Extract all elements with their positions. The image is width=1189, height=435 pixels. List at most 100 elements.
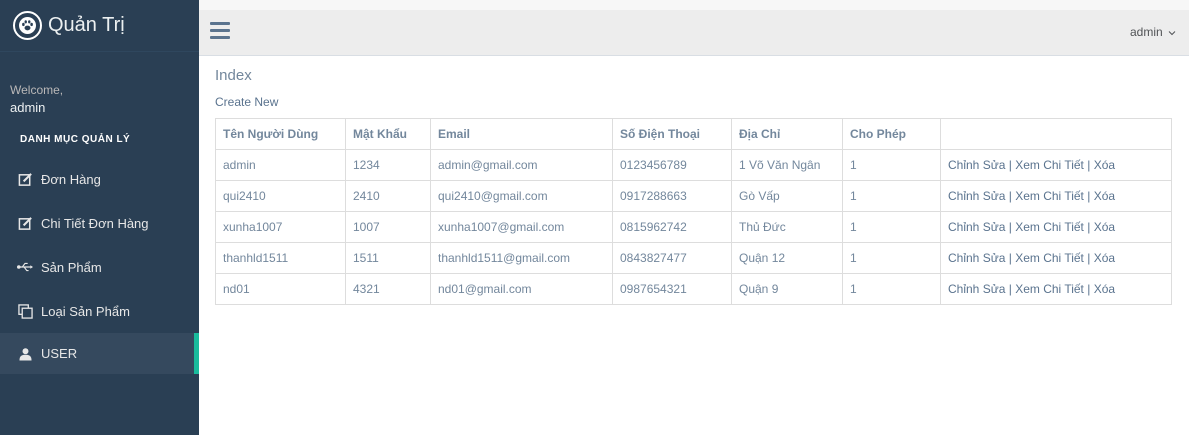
user-icon xyxy=(17,346,33,362)
sidebar-item-label: Sản Phẩm xyxy=(41,259,102,275)
column-header: Số Điện Thoại xyxy=(612,118,732,150)
action-separator: | xyxy=(1005,220,1016,234)
edit-link[interactable]: Chỉnh Sửa xyxy=(948,220,1005,234)
cell-phone: 0917288663 xyxy=(612,180,732,212)
cell-password: 1234 xyxy=(345,149,431,181)
details-link[interactable]: Xem Chi Tiết xyxy=(1015,158,1084,172)
details-link[interactable]: Xem Chi Tiết xyxy=(1015,251,1084,265)
brand[interactable]: Quản Trị xyxy=(0,0,199,52)
cell-password: 2410 xyxy=(345,180,431,212)
edit-icon xyxy=(17,171,33,187)
cell-actions: Chỉnh Sửa | Xem Chi Tiết | Xóa xyxy=(940,273,1172,305)
table-row: xunha1007 1007 xunha1007@gmail.com 08159627… xyxy=(215,211,1172,243)
table-row: nd01 4321 nd01@gmail.com 0987654321 Quận 91C… xyxy=(215,273,1172,305)
delete-link[interactable]: Xóa xyxy=(1094,251,1115,265)
cell-email: qui2410@gmail.com xyxy=(430,180,613,212)
cell-phone: 0815962742 xyxy=(612,211,732,243)
action-separator: | xyxy=(1083,158,1094,172)
cell-address: Gò Vấp xyxy=(731,180,843,212)
sidebar-item-label: USER xyxy=(41,346,78,361)
action-separator: | xyxy=(1083,189,1094,203)
sidebar-item-label: Đơn Hàng xyxy=(41,171,101,187)
sidebar-item-user[interactable]: USER xyxy=(0,333,199,374)
cell-username: xunha1007 xyxy=(215,211,346,243)
details-link[interactable]: Xem Chi Tiết xyxy=(1015,220,1084,234)
cell-permission: 1 xyxy=(842,149,941,181)
cell-username: admin xyxy=(215,149,346,181)
edit-link[interactable]: Chỉnh Sửa xyxy=(948,282,1005,296)
cell-email: nd01@gmail.com xyxy=(430,273,613,305)
cell-phone: 0987654321 xyxy=(612,273,732,305)
cell-permission: 1 xyxy=(842,242,941,274)
cell-password: 4321 xyxy=(345,273,431,305)
cell-phone: 0843827477 xyxy=(612,242,732,274)
profile-name: admin xyxy=(10,100,46,115)
top-navbar: admin xyxy=(199,10,1189,56)
action-separator: | xyxy=(1005,282,1016,296)
cell-password: 1511 xyxy=(345,242,431,274)
cell-phone: 0123456789 xyxy=(612,149,732,181)
sidebar: Quản Trị Welcome, admin DANH MỤC QUẢN LÝ… xyxy=(0,0,199,435)
sidebar-section-title: DANH MỤC QUẢN LÝ xyxy=(20,134,131,145)
profile: Welcome, admin xyxy=(0,52,199,116)
cell-email: thanhld1511@gmail.com xyxy=(430,242,613,274)
delete-link[interactable]: Xóa xyxy=(1094,189,1115,203)
edit-icon xyxy=(17,215,33,231)
usb-icon xyxy=(17,259,33,275)
create-new-link[interactable]: Create New xyxy=(215,95,278,109)
cell-username: qui2410 xyxy=(215,180,346,212)
menu-toggle-icon[interactable] xyxy=(210,22,230,40)
paw-icon xyxy=(13,11,42,40)
delete-link[interactable]: Xóa xyxy=(1094,282,1115,296)
cell-username: thanhld1511 xyxy=(215,242,346,274)
details-link[interactable]: Xem Chi Tiết xyxy=(1015,189,1084,203)
sidebar-item-label: Loại Sản Phẩm xyxy=(41,303,130,319)
delete-link[interactable]: Xóa xyxy=(1094,220,1115,234)
edit-link[interactable]: Chỉnh Sửa xyxy=(948,189,1005,203)
brand-title: Quản Trị xyxy=(48,14,125,36)
main-content: Index Create New Tên Người Dùng Mật Khẩu… xyxy=(199,56,1189,435)
sidebar-item-chi-tiet-don-hang[interactable]: Chi Tiết Đơn Hàng xyxy=(0,201,199,245)
column-header: Mật Khẩu xyxy=(345,118,431,150)
action-separator: | xyxy=(1083,220,1094,234)
edit-link[interactable]: Chỉnh Sửa xyxy=(948,158,1005,172)
action-separator: | xyxy=(1083,282,1094,296)
action-separator: | xyxy=(1005,189,1016,203)
sidebar-menu: Đơn Hàng Chi Tiết Đơn Hàng Sản Phẩm Loại… xyxy=(0,157,199,374)
details-link[interactable]: Xem Chi Tiết xyxy=(1015,282,1084,296)
cell-permission: 1 xyxy=(842,211,941,243)
table-row: thanhld1511 1511 thanhld1511@gmail.com 0843… xyxy=(215,242,1172,274)
clone-icon xyxy=(17,303,33,319)
chevron-down-icon xyxy=(1166,25,1176,39)
users-table: Tên Người Dùng Mật Khẩu Email Số Điện Th… xyxy=(215,118,1172,305)
table-row: admin 1234 admin@gmail.com 0123456789 1 Võ V… xyxy=(215,149,1172,181)
welcome-label: Welcome, xyxy=(10,83,64,97)
cell-email: admin@gmail.com xyxy=(430,149,613,181)
column-header: Tên Người Dùng xyxy=(215,118,346,150)
cell-permission: 1 xyxy=(842,180,941,212)
cell-permission: 1 xyxy=(842,273,941,305)
edit-link[interactable]: Chỉnh Sửa xyxy=(948,251,1005,265)
column-header xyxy=(940,118,1172,150)
cell-actions: Chỉnh Sửa | Xem Chi Tiết | Xóa xyxy=(940,180,1172,212)
cell-password: 1007 xyxy=(345,211,431,243)
sidebar-item-don-hang[interactable]: Đơn Hàng xyxy=(0,157,199,201)
table-row: qui2410 2410 qui2410@gmail.com 0917288663 Gò… xyxy=(215,180,1172,212)
action-separator: | xyxy=(1005,251,1016,265)
user-menu-label: admin xyxy=(1129,25,1163,39)
table-header-row: Tên Người Dùng Mật Khẩu Email Số Điện Th… xyxy=(215,118,1172,150)
column-header: Cho Phép xyxy=(842,118,941,150)
sidebar-item-loai-san-pham[interactable]: Loại Sản Phẩm xyxy=(0,289,199,333)
page-title: Index xyxy=(215,67,252,84)
user-menu-dropdown[interactable]: admin xyxy=(1130,25,1176,39)
action-separator: | xyxy=(1005,158,1016,172)
action-separator: | xyxy=(1083,251,1094,265)
cell-username: nd01 xyxy=(215,273,346,305)
sidebar-item-label: Chi Tiết Đơn Hàng xyxy=(41,215,149,231)
column-header: Địa Chỉ xyxy=(731,118,843,150)
cell-email: xunha1007@gmail.com xyxy=(430,211,613,243)
cell-address: 1 Võ Văn Ngân xyxy=(731,149,843,181)
delete-link[interactable]: Xóa xyxy=(1094,158,1115,172)
cell-address: Quận 9 xyxy=(731,273,843,305)
sidebar-item-san-pham[interactable]: Sản Phẩm xyxy=(0,245,199,289)
